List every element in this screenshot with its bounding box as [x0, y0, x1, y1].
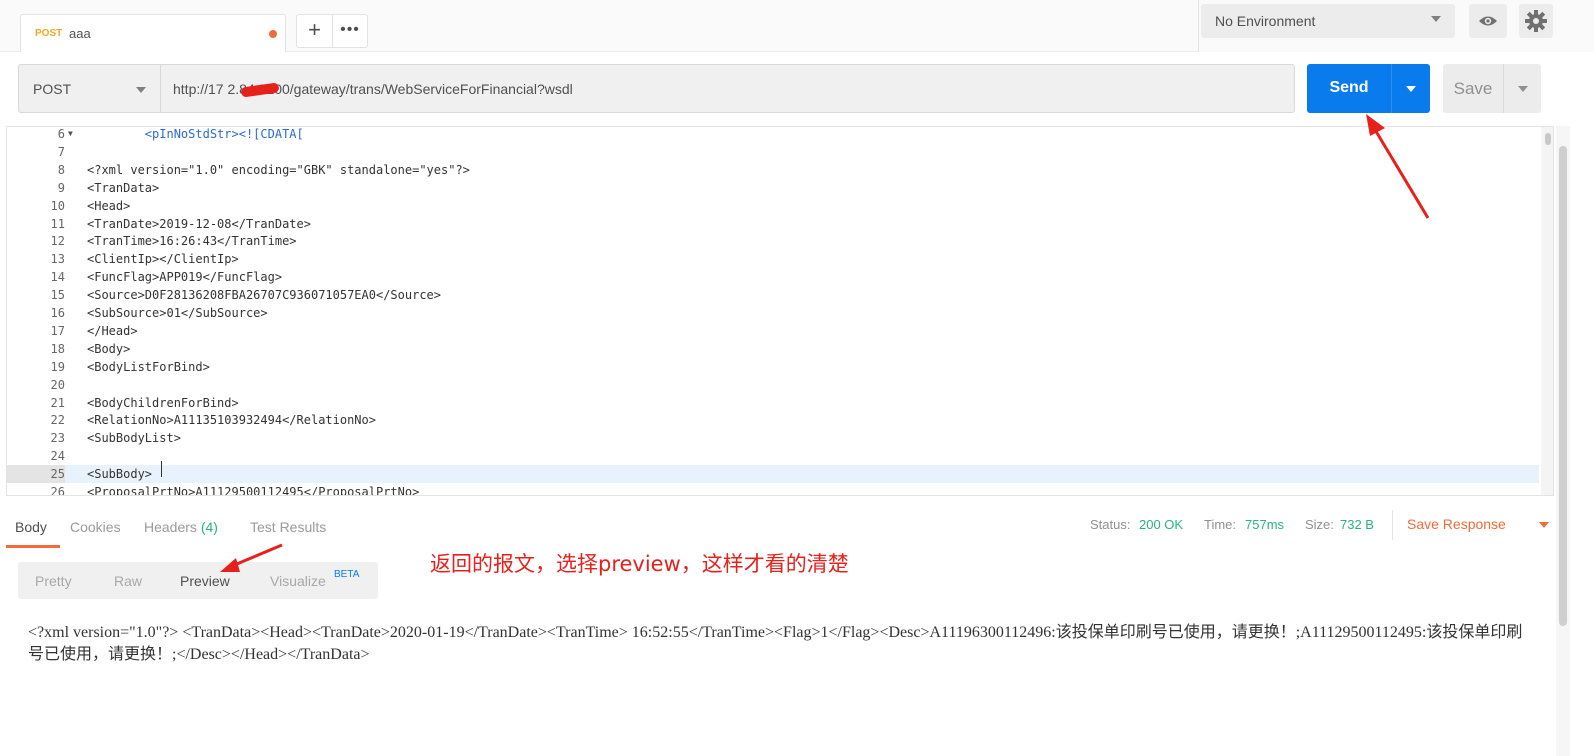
- arrow-to-preview: [220, 543, 283, 572]
- annotation-arrows: [220, 114, 1430, 572]
- arrow-to-send: [1366, 114, 1430, 219]
